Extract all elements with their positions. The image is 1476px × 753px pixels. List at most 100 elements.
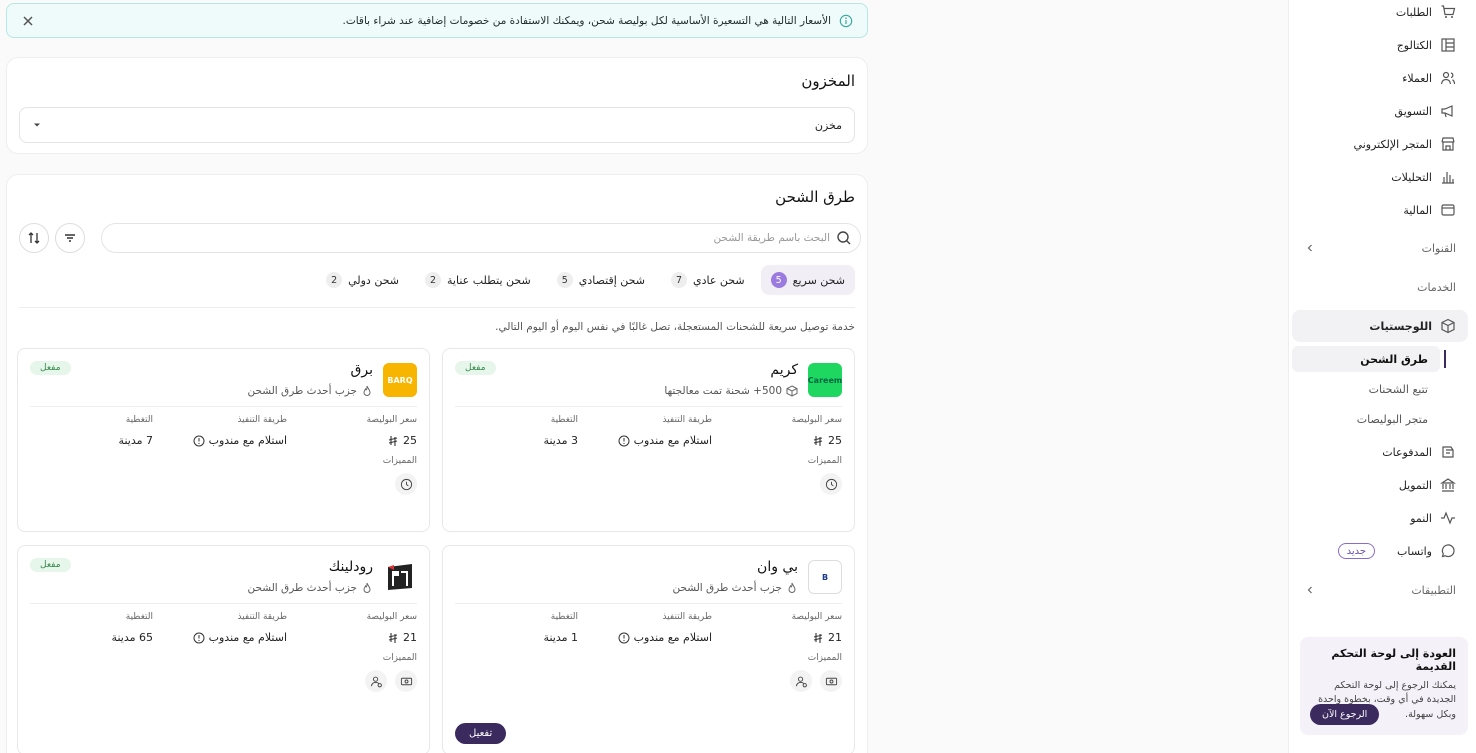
sidebar-item-growth[interactable]: النمو	[1292, 504, 1468, 532]
shipping-methods-card: طرق الشحن البحث باسم طريقة الشحن شحن سري…	[6, 174, 868, 753]
tab-express[interactable]: شحن سريع 5	[760, 265, 855, 295]
warehouse-select[interactable]: مخزن	[19, 107, 855, 143]
alert-circle-icon[interactable]	[618, 632, 630, 644]
sidebar-item-catalog[interactable]: الكتالوج	[1292, 31, 1468, 59]
divider	[30, 406, 417, 407]
search-input[interactable]: البحث باسم طريقة الشحن	[101, 223, 861, 253]
carrier-name: برق	[350, 362, 373, 378]
section-label: التطبيقات	[1411, 583, 1456, 597]
sort-button[interactable]	[19, 223, 49, 253]
sidebar-item-label: التسويق	[1394, 104, 1432, 118]
flame-icon	[361, 582, 373, 594]
sidebar-item-orders[interactable]: الطلبات	[1292, 0, 1468, 26]
sidebar-item-store[interactable]: المتجر الإلكتروني	[1292, 130, 1468, 158]
price-value: 21	[812, 631, 842, 644]
divider	[30, 603, 417, 604]
sidebar-subitem-waybill-store[interactable]: متجر البوليصات	[1292, 406, 1468, 432]
coverage-label: التغطية	[125, 612, 153, 622]
divider	[19, 307, 855, 308]
price-value: 25	[812, 434, 842, 447]
method-label: طريقة التنفيذ	[237, 415, 287, 425]
carrier-card[interactable]: B بي وان جزب أحدث طرق الشحن سعر البوليصة…	[442, 545, 855, 753]
method-value: استلام مع مندوب	[618, 434, 712, 447]
megaphone-icon	[1440, 103, 1456, 119]
alert-circle-icon[interactable]	[193, 632, 205, 644]
price-label: سعر البوليصة	[791, 612, 842, 622]
feature-icons	[365, 670, 417, 692]
carrier-card[interactable]: رودلينك جزب أحدث طرق الشحن مفعل سعر البو…	[17, 545, 430, 753]
sidebar-item-label: التمويل	[1398, 478, 1432, 492]
shipping-title: طرق الشحن	[775, 188, 855, 206]
carrier-card[interactable]: Careem كريم 500+ شحنة تمت معالجتها مفعل …	[442, 348, 855, 532]
alert-circle-icon[interactable]	[618, 435, 630, 447]
carrier-subtitle: 500+ شحنة تمت معالجتها	[664, 385, 798, 397]
feature-icons	[820, 473, 842, 495]
user-check-icon	[365, 670, 387, 692]
method-text: استلام مع مندوب	[633, 434, 712, 447]
growth-icon	[1440, 510, 1456, 526]
riyal-icon	[387, 435, 399, 447]
box-icon	[1440, 318, 1456, 334]
sidebar-item-label: اللوجستيات	[1369, 319, 1432, 333]
sidebar-subitem-shipping-methods[interactable]: طرق الشحن	[1292, 346, 1446, 372]
clock-icon	[395, 473, 417, 495]
status-badge: مفعل	[455, 361, 496, 375]
carrier-name: رودلينك	[328, 559, 373, 575]
close-icon[interactable]	[21, 14, 35, 28]
search-icon	[836, 230, 852, 246]
return-now-button[interactable]: الرجوع الآن	[1310, 704, 1380, 725]
alert-text: الأسعار التالية هي التسعيرة الأساسية لكل…	[342, 14, 832, 27]
price-number: 25	[403, 434, 417, 447]
sidebar-subitem-tracking[interactable]: تتبع الشحنات	[1292, 376, 1468, 402]
caret-down-icon	[32, 120, 42, 130]
tab-special-care[interactable]: شحن يتطلب عناية 2	[415, 265, 541, 295]
sidebar-item-logistics[interactable]: اللوجستيات	[1292, 310, 1468, 342]
method-label: طريقة التنفيذ	[662, 612, 712, 622]
sidebar-item-marketing[interactable]: التسويق	[1292, 97, 1468, 125]
filter-button[interactable]	[55, 223, 85, 253]
price-number: 21	[403, 631, 417, 644]
tab-international[interactable]: شحن دولي 2	[316, 265, 409, 295]
features-label: المميزات	[382, 456, 417, 466]
subitem-label: طرق الشحن	[1360, 352, 1428, 366]
info-alert: الأسعار التالية هي التسعيرة الأساسية لكل…	[6, 3, 868, 38]
search-placeholder: البحث باسم طريقة الشحن	[713, 232, 830, 244]
filter-icon	[63, 231, 77, 245]
sidebar-item-funding[interactable]: التمويل	[1292, 471, 1468, 499]
tab-standard[interactable]: شحن عادي 7	[661, 265, 755, 295]
sidebar-item-label: المدفوعات	[1382, 445, 1432, 459]
sidebar-item-label: الطلبات	[1395, 5, 1432, 19]
payments-icon	[1440, 444, 1456, 460]
method-value: استلام مع مندوب	[193, 631, 287, 644]
sidebar-item-label: العملاء	[1402, 71, 1432, 85]
sidebar-item-customers[interactable]: العملاء	[1292, 64, 1468, 92]
tab-count: 2	[326, 272, 343, 288]
sidebar-item-label: المالية	[1403, 203, 1432, 217]
promo-title: العودة إلى لوحة التحكم القديمة	[1331, 647, 1456, 673]
sidebar-item-whatsapp[interactable]: واتساب جديد	[1292, 537, 1468, 565]
sidebar-item-analytics[interactable]: التحليلات	[1292, 163, 1468, 191]
coverage-value: 1 مدينة	[543, 631, 578, 644]
tab-count: 7	[670, 272, 687, 288]
store-icon	[1440, 136, 1456, 152]
sidebar-item-finance[interactable]: المالية	[1292, 196, 1468, 224]
sidebar-item-label: التحليلات	[1391, 170, 1432, 184]
alert-circle-icon[interactable]	[193, 435, 205, 447]
carrier-name: بي وان	[757, 559, 798, 575]
sidebar-section-channels[interactable]: القنوات	[1292, 234, 1468, 262]
carrier-card[interactable]: BARQ برق جزب أحدث طرق الشحن مفعل سعر الب…	[17, 348, 430, 532]
warehouse-select-value: مخزن	[814, 118, 842, 132]
tab-label: شحن سريع	[792, 273, 845, 287]
sidebar-item-payments[interactable]: المدفوعات	[1292, 438, 1468, 466]
tab-economy[interactable]: شحن إقتصادي 5	[547, 265, 655, 295]
subtitle-text: جزب أحدث طرق الشحن	[247, 385, 357, 397]
method-text: استلام مع مندوب	[208, 434, 287, 447]
coverage-value: 7 مدينة	[118, 434, 153, 447]
price-value: 25	[387, 434, 417, 447]
sidebar-item-label: واتساب	[1397, 544, 1432, 558]
chevron-left-icon	[1304, 242, 1316, 254]
sidebar-section-apps[interactable]: التطبيقات	[1292, 576, 1468, 604]
activate-button[interactable]: تفعيل	[455, 723, 507, 744]
divider	[455, 603, 842, 604]
coverage-value: 3 مدينة	[543, 434, 578, 447]
